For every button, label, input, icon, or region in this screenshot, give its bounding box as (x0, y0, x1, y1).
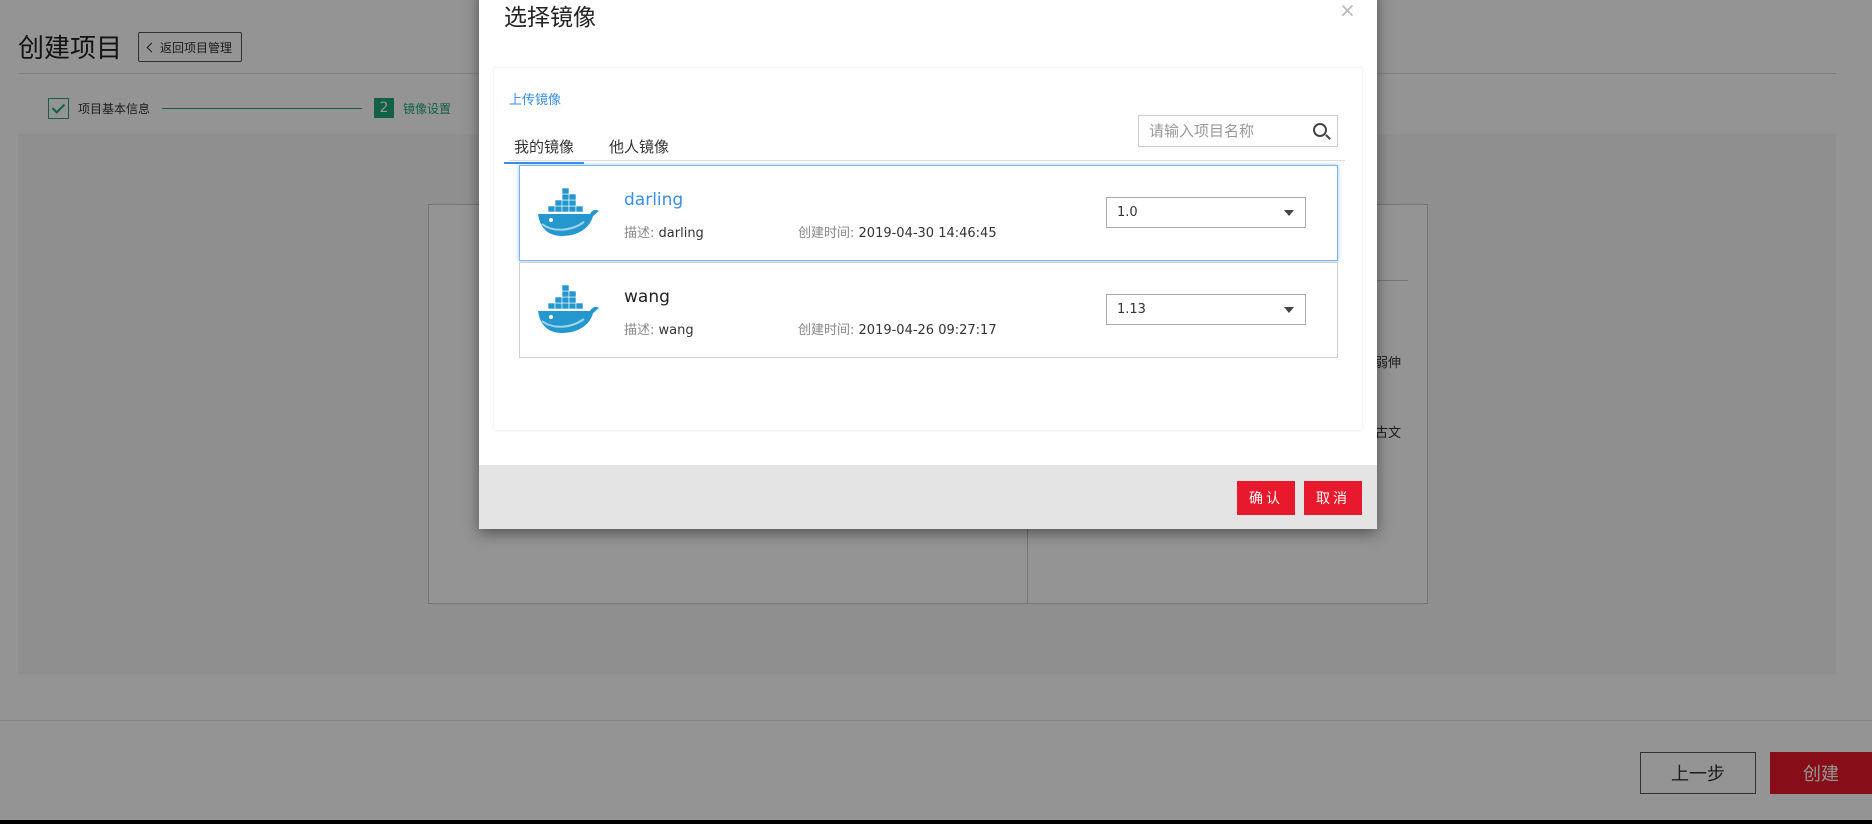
caret-down-icon (1284, 307, 1294, 313)
select-image-modal: 选择镜像 × 上传镜像 我的镜像 他人镜像 darling (479, 0, 1377, 529)
created-time-label: 创建时间: (798, 226, 855, 241)
image-description: 描述: darling (624, 222, 704, 241)
tabs-divider (509, 160, 1345, 161)
created-time-label: 创建时间: (798, 323, 855, 338)
version-select[interactable]: 1.13 (1106, 294, 1306, 325)
image-created-time: 创建时间: 2019-04-26 09:27:17 (798, 319, 997, 338)
confirm-button[interactable]: 确认 (1237, 481, 1295, 515)
search-input[interactable] (1149, 120, 1309, 142)
image-name[interactable]: wang (624, 287, 670, 307)
search-box (1138, 115, 1338, 147)
upload-image-link[interactable]: 上传镜像 (509, 89, 561, 108)
image-name[interactable]: darling (624, 190, 683, 210)
created-time-value: 2019-04-26 09:27:17 (858, 323, 997, 338)
description-label: 描述: (624, 226, 655, 241)
image-description: 描述: wang (624, 319, 694, 338)
description-value: darling (658, 226, 704, 241)
version-select[interactable]: 1.0 (1106, 197, 1306, 228)
docker-whale-icon (538, 188, 599, 236)
description-label: 描述: (624, 323, 655, 338)
version-value: 1.0 (1117, 205, 1138, 220)
description-value: wang (658, 323, 694, 338)
docker-whale-icon (538, 285, 599, 333)
modal-footer: 确认 取消 (479, 465, 1377, 529)
close-icon[interactable]: × (1339, 0, 1356, 20)
image-created-time: 创建时间: 2019-04-30 14:46:45 (798, 222, 997, 241)
created-time-value: 2019-04-30 14:46:45 (858, 226, 997, 241)
image-card-darling[interactable]: darling 描述: darling 创建时间: 2019-04-30 14:… (519, 165, 1338, 261)
cancel-button[interactable]: 取消 (1304, 481, 1362, 515)
modal-title: 选择镜像 (504, 5, 596, 31)
search-icon[interactable] (1313, 123, 1327, 137)
tab-others-images[interactable]: 他人镜像 (609, 136, 669, 157)
caret-down-icon (1284, 210, 1294, 216)
image-card-wang[interactable]: wang 描述: wang 创建时间: 2019-04-26 09:27:17 … (519, 262, 1338, 358)
version-value: 1.13 (1117, 302, 1146, 317)
modal-body: 上传镜像 我的镜像 他人镜像 darling 描述: (494, 68, 1362, 430)
